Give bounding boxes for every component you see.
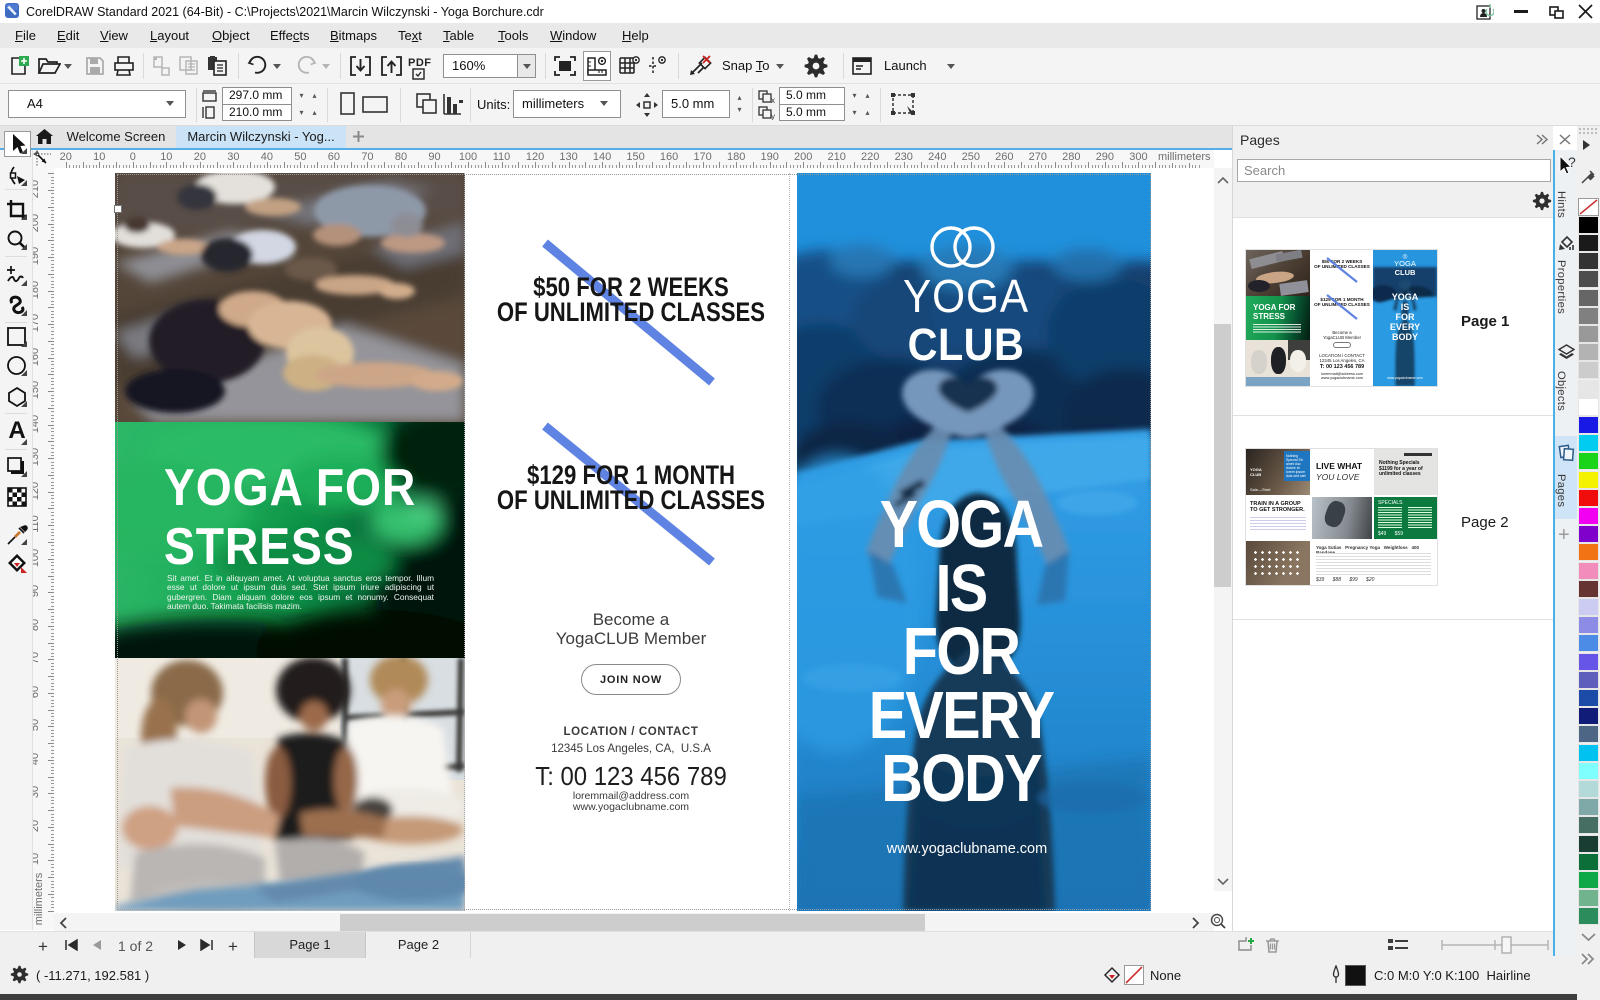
svg-text:y: y [771, 112, 775, 120]
svg-text:x: x [771, 96, 775, 104]
svg-text:?: ? [1568, 155, 1576, 170]
